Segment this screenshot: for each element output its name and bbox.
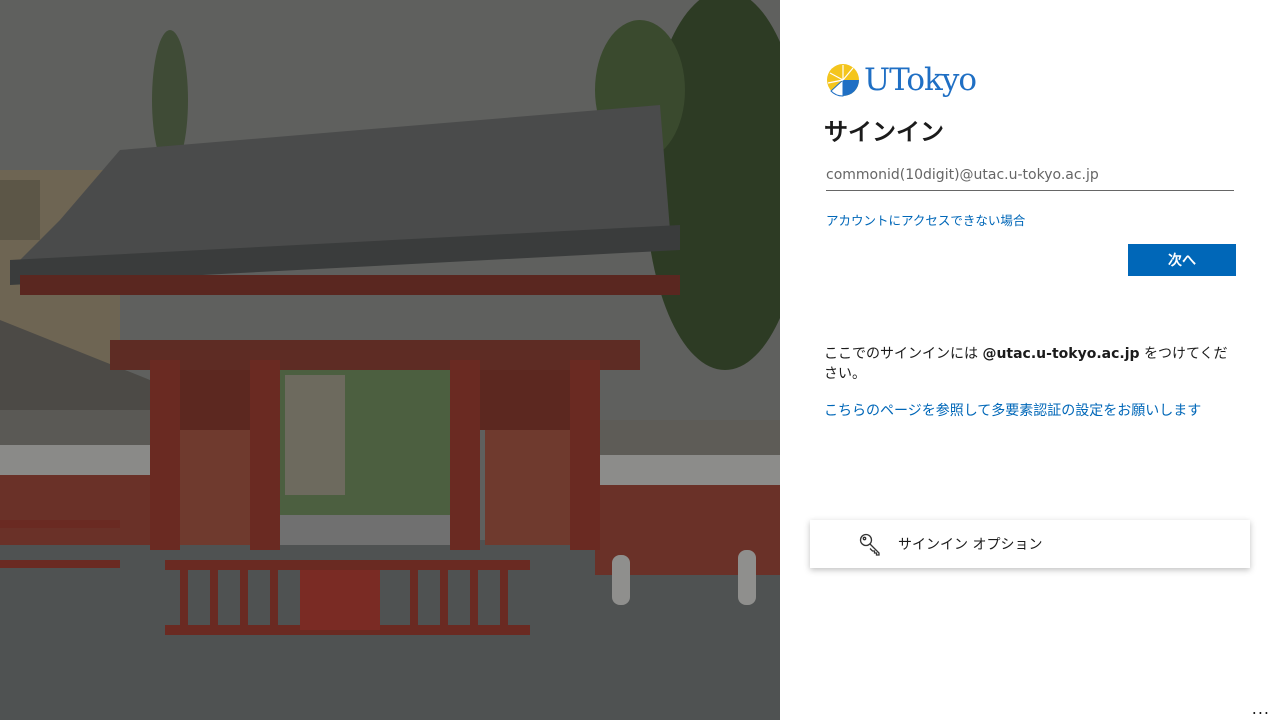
- cant-access-account-link[interactable]: アカウントにアクセスできない場合: [826, 210, 1025, 229]
- signin-options-button[interactable]: サインイン オプション: [810, 520, 1250, 568]
- email-input[interactable]: [826, 160, 1234, 191]
- key-icon: [859, 533, 880, 556]
- domain-notice-domain: @utac.u-tokyo.ac.jp: [982, 346, 1140, 362]
- signin-panel: UTokyo サインイン アカウントにアクセスできない場合 次へ ここでのサイン…: [780, 0, 1280, 720]
- domain-notice-before: ここでのサインインには: [824, 346, 983, 362]
- background-image: [0, 0, 780, 720]
- logo-text: UTokyo: [864, 62, 977, 98]
- more-options-button[interactable]: ...: [1252, 699, 1270, 718]
- next-button[interactable]: 次へ: [1128, 244, 1236, 276]
- domain-notice: ここでのサインインには @utac.u-tokyo.ac.jp をつけてください…: [824, 344, 1234, 384]
- ginkgo-logo-icon: [827, 64, 859, 97]
- page-title: サインイン: [824, 118, 944, 146]
- signin-page: UTokyo サインイン アカウントにアクセスできない場合 次へ ここでのサイン…: [0, 0, 1280, 720]
- mfa-setup-link[interactable]: こちらのページを参照して多要素認証の設定をお願いします: [824, 400, 1244, 420]
- utokyo-logo: UTokyo: [826, 62, 977, 98]
- signin-options-label: サインイン オプション: [898, 537, 1043, 553]
